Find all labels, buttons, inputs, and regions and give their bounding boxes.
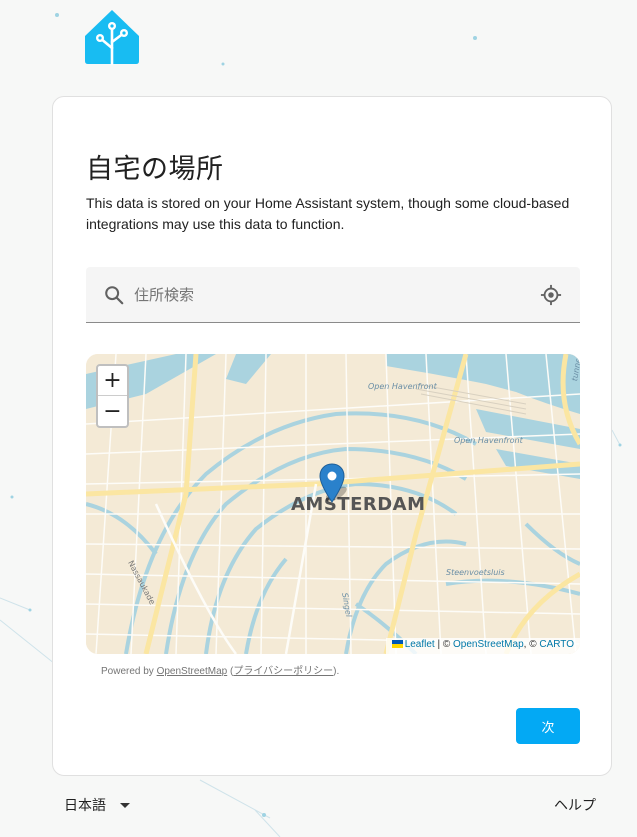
location-map[interactable]: Open Havenfront Open Havenfront Steenvoe… — [86, 354, 580, 654]
map-label-steenvoetsluis: Steenvoetsluis — [446, 568, 505, 577]
carto-link[interactable]: CARTO — [539, 639, 574, 650]
map-zoom-control: + − — [96, 364, 129, 428]
home-location-marker-icon[interactable] — [319, 463, 345, 503]
openstreetmap-attribution-link[interactable]: OpenStreetMap — [453, 639, 524, 650]
ukraine-flag-icon — [391, 640, 403, 648]
language-selector[interactable]: 日本語 — [64, 795, 130, 815]
help-link[interactable]: ヘルプ — [554, 795, 596, 815]
language-label: 日本語 — [64, 797, 106, 813]
home-assistant-logo — [85, 10, 139, 66]
map-city-label: AMSTERDAM — [291, 494, 426, 515]
privacy-policy-link[interactable]: プライバシーポリシー — [233, 666, 333, 677]
attribution-sep-1: | © — [437, 639, 451, 650]
leaflet-link[interactable]: Leaflet — [405, 639, 435, 650]
page-title: 自宅の場所 — [86, 154, 224, 184]
powered-by-prefix: Powered by — [101, 666, 154, 677]
map-label-open-havenfront-2: Open Havenfront — [454, 436, 523, 445]
onboarding-card: 自宅の場所 This data is stored on your Home A… — [52, 96, 612, 776]
search-icon — [105, 286, 124, 305]
address-search-input[interactable] — [134, 281, 524, 309]
zoom-in-button[interactable]: + — [98, 366, 127, 396]
map-label-open-havenfront: Open Havenfront — [368, 382, 437, 391]
attribution-sep-2: , © — [523, 639, 537, 650]
powered-by-note: Powered by OpenStreetMap (プライバシーポリシー). — [101, 662, 339, 677]
paren-close: ). — [333, 666, 340, 677]
next-button[interactable]: 次 — [516, 708, 580, 744]
zoom-out-button[interactable]: − — [98, 396, 127, 426]
chevron-down-icon — [120, 802, 130, 808]
page-description: This data is stored on your Home Assista… — [86, 195, 570, 232]
map-attribution: Leaflet | © OpenStreetMap, © CARTO — [385, 638, 580, 654]
openstreetmap-link[interactable]: OpenStreetMap — [157, 666, 228, 677]
address-search-field[interactable] — [86, 267, 580, 323]
my-location-icon[interactable] — [540, 284, 562, 306]
